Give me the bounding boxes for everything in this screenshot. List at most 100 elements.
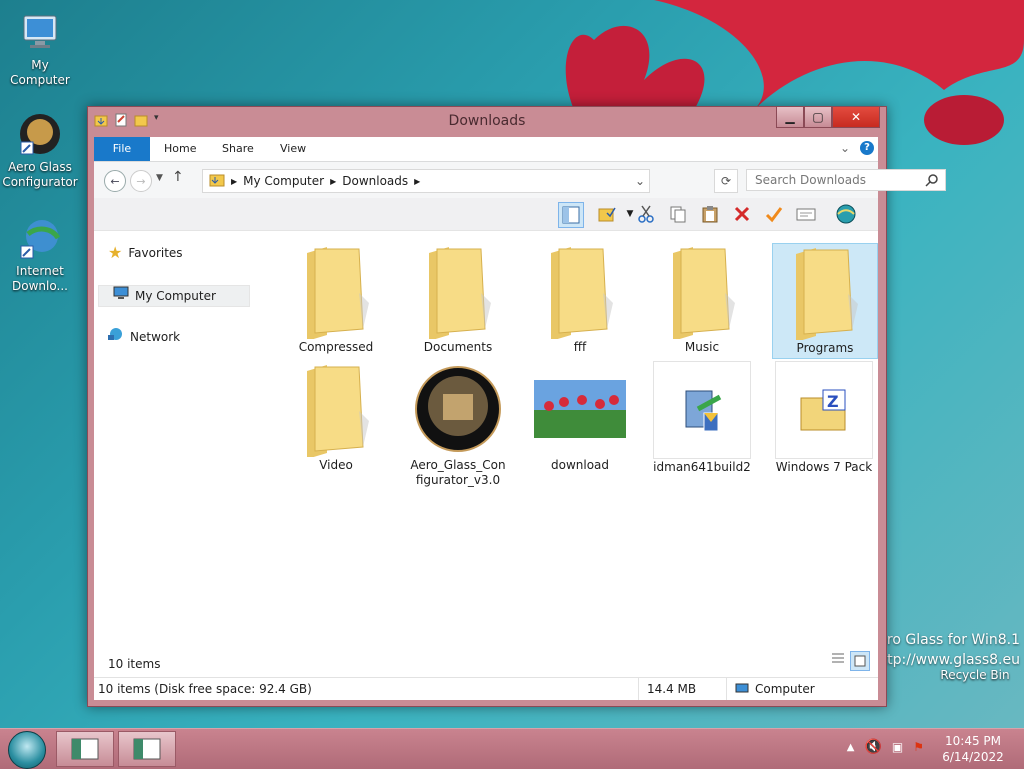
up-button[interactable]: ↑ <box>172 169 184 185</box>
nav-item-network[interactable]: Network <box>108 327 258 347</box>
taskbar-explorer-button-2[interactable] <box>118 731 176 767</box>
clock[interactable]: 10:45 PM 6/14/2022 <box>938 733 1008 765</box>
expand-ribbon-icon[interactable]: ⌄ <box>840 141 850 155</box>
breadcrumb-downloads[interactable]: Downloads <box>342 174 408 188</box>
status-bar: 10 items (Disk free space: 92.4 GB) 14.4… <box>94 677 878 700</box>
back-button[interactable]: ← <box>104 170 126 192</box>
copy-icon <box>670 206 686 223</box>
desktop-icon-aero-glass[interactable]: Aero Glass Configurator <box>0 112 80 190</box>
speaker-muted-icon[interactable]: 🔇 <box>864 739 881 755</box>
tab-view[interactable]: View <box>280 137 306 161</box>
folder-icon <box>410 243 506 339</box>
refresh-button[interactable]: ⟳ <box>714 169 738 193</box>
tab-share[interactable]: Share <box>222 137 254 161</box>
nav-item-label: My Computer <box>135 289 216 303</box>
file-item-label: fff <box>573 340 587 354</box>
desktop-icon-label: My Computer <box>10 58 70 87</box>
window-icon <box>71 738 99 760</box>
globe-icon <box>836 204 856 224</box>
recent-locations-icon[interactable]: ▼ <box>156 173 163 183</box>
red-x-icon <box>734 206 750 222</box>
navigation-bar: ← → ▼ ↑ ▶ My Computer ▶ Downloads ▶ ⌄ ⟳ … <box>94 162 946 198</box>
folder-icon <box>209 173 225 190</box>
explorer-window: ▾ Downloads ▁ ▢ ✕ File Home Share View ⌄… <box>87 106 946 707</box>
tab-file[interactable]: File <box>94 137 150 161</box>
globe-button[interactable] <box>834 202 858 226</box>
minimize-button[interactable]: ▁ <box>776 107 804 128</box>
nav-item-favorites[interactable]: ★ Favorites <box>108 243 258 263</box>
properties-button[interactable] <box>794 202 818 226</box>
file-grid: Compressed Documents fff Music Programs Video… <box>254 231 878 631</box>
desktop-icon-recycle-bin[interactable]: Recycle Bin <box>940 628 1010 682</box>
folder-icon <box>288 243 384 339</box>
maximize-button[interactable]: ▢ <box>804 107 832 128</box>
globe-download-icon <box>18 216 62 260</box>
nav-item-label: Favorites <box>128 246 183 260</box>
copy-button[interactable] <box>666 202 690 226</box>
help-icon[interactable]: ? <box>860 141 874 155</box>
folder-icon <box>654 243 750 339</box>
close-button[interactable]: ✕ <box>832 107 880 128</box>
arrow-left-icon: ← <box>110 174 120 188</box>
details-view-icon <box>832 653 844 663</box>
folder-icon <box>288 361 384 457</box>
file-item[interactable]: fff <box>528 243 632 355</box>
arrow-right-icon: → <box>136 174 146 188</box>
status-location: Computer <box>726 678 815 700</box>
folder-options-button[interactable] <box>596 202 620 226</box>
file-item-label: Programs <box>796 341 854 355</box>
file-item[interactable]: download <box>528 361 632 473</box>
monitor-icon <box>18 10 62 54</box>
file-item[interactable]: Programs <box>772 243 878 359</box>
network-icon[interactable]: ▣ <box>892 740 903 754</box>
file-item[interactable]: Z Windows 7 Pack <box>772 361 876 475</box>
taskbar-explorer-button[interactable] <box>56 731 114 767</box>
file-item-label: Video <box>319 458 353 472</box>
checkmark-icon <box>765 207 783 223</box>
large-icons-view-button[interactable] <box>850 651 870 671</box>
file-item[interactable]: Video <box>284 361 388 473</box>
file-item[interactable]: idman641build2 <box>650 361 754 475</box>
action-center-icon[interactable]: ⚑ <box>913 740 924 754</box>
window-title: Downloads <box>448 113 526 129</box>
forward-button[interactable]: → <box>130 170 152 192</box>
desktop-icon-my-computer[interactable]: My Computer <box>0 10 80 88</box>
title-bar[interactable]: ▾ Downloads ▁ ▢ ✕ <box>88 107 886 137</box>
archive-icon: Z <box>775 361 873 459</box>
search-input[interactable]: Search Downloads <box>746 169 946 191</box>
details-view-button[interactable] <box>830 651 846 667</box>
file-item-label: Aero_Glass_Configurator_v3.0 <box>410 458 506 487</box>
system-tray: ▲ 🔇 ▣ ⚑ <box>847 739 924 755</box>
desktop-icon-label: Internet Downlo... <box>12 264 68 293</box>
svg-text:Z: Z <box>827 392 839 411</box>
desktop-icon-label: Aero Glass Configurator <box>2 160 78 189</box>
desktop-icon-idm[interactable]: Internet Downlo... <box>0 216 80 294</box>
cut-button[interactable] <box>634 202 658 226</box>
rename-button[interactable] <box>762 202 786 226</box>
folder-icon <box>532 243 628 339</box>
installer-icon <box>653 361 751 459</box>
paste-button[interactable] <box>698 202 722 226</box>
search-placeholder: Search Downloads <box>755 173 866 187</box>
chevron-down-icon: ▼ <box>626 209 634 219</box>
file-item[interactable]: Aero_Glass_Configurator_v3.0 <box>406 361 510 488</box>
file-item[interactable]: Documents <box>406 243 510 355</box>
show-hidden-icons[interactable]: ▲ <box>847 742 855 753</box>
address-bar[interactable]: ▶ My Computer ▶ Downloads ▶ ⌄ <box>202 169 650 193</box>
delete-button[interactable] <box>730 202 754 226</box>
file-item-label: Music <box>684 340 720 354</box>
network-icon <box>108 327 124 347</box>
breadcrumb-my-computer[interactable]: My Computer <box>243 174 324 188</box>
nav-item-my-computer[interactable]: My Computer <box>98 285 250 307</box>
status-summary: 10 items (Disk free space: 92.4 GB) <box>98 682 312 696</box>
file-item[interactable]: Music <box>650 243 754 355</box>
arrow-up-icon: ↑ <box>172 169 184 185</box>
preview-pane-button[interactable] <box>558 202 584 228</box>
address-dropdown-icon[interactable]: ⌄ <box>635 174 645 188</box>
folder-check-icon <box>598 207 616 222</box>
tab-home[interactable]: Home <box>164 137 196 161</box>
file-item-label: download <box>550 458 610 472</box>
file-item[interactable]: Compressed <box>284 243 388 355</box>
app-icon <box>410 361 506 457</box>
start-button[interactable] <box>8 731 46 769</box>
